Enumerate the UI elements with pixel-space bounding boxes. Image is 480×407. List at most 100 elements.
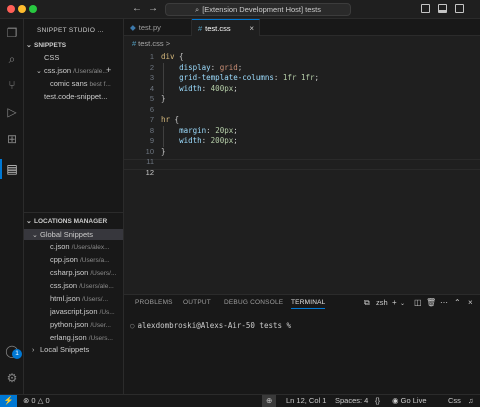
line-number: 7: [149, 115, 154, 124]
file-name: erlang.json: [50, 333, 87, 342]
new-terminal-icon[interactable]: +: [392, 298, 397, 307]
tab-terminal[interactable]: TERMINAL: [291, 299, 326, 309]
chevron-down-icon: ⌄: [26, 42, 32, 49]
file-path: /Us...: [99, 309, 115, 316]
line-number: 4: [149, 83, 154, 93]
search-icon: ⌕: [194, 5, 200, 14]
activity-bar: ❐ ⌕ ⑂ ▷ ⊞ ▤ ◯ 1 ⚙: [0, 19, 24, 394]
line-number: 3: [149, 73, 154, 82]
tree-item-c-json[interactable]: c.json/Users/alex...: [50, 241, 123, 252]
python-file-icon: ◆: [130, 23, 136, 32]
prompt-text: alexdombroski@Alexs-Air-50 tests %: [137, 321, 292, 330]
breadcrumb[interactable]: # test.css >: [132, 39, 170, 48]
tree-item-python-json[interactable]: python.json/User...: [50, 319, 123, 330]
breadcrumb-file: test.css: [138, 39, 164, 48]
css-group-label: CSS: [44, 53, 60, 62]
run-debug-icon[interactable]: ▷: [4, 104, 20, 120]
file-name: python.json: [50, 320, 89, 329]
forward-arrow-icon[interactable]: →: [148, 3, 158, 14]
snippets-icon[interactable]: ▤: [4, 161, 20, 177]
split-terminal-icon[interactable]: ◫: [414, 298, 422, 307]
file-path: /User...: [90, 322, 111, 329]
editor-tab-bar: ◆ test.py # test.css ×: [124, 19, 480, 36]
language-mode[interactable]: Css: [448, 395, 461, 407]
chevron-down-icon: ⌄: [26, 218, 32, 225]
file-name: javascript.json: [50, 307, 98, 316]
file-name: html.json: [50, 294, 81, 303]
locations-section-label: LOCATIONS MANAGER: [34, 218, 108, 225]
more-actions-icon[interactable]: ⋯: [440, 298, 448, 307]
file-path: /Users/...: [82, 296, 109, 303]
tab-debug-console[interactable]: DEBUG CONSOLE: [224, 299, 283, 306]
file-path: /Users/a...: [79, 257, 110, 264]
add-snippet-icon[interactable]: +: [106, 65, 111, 76]
snippets-section-header[interactable]: ⌄ SNIPPETS: [26, 40, 123, 51]
bottom-panel: PROBLEMS OUTPUT DEBUG CONSOLE TERMINAL ⧉…: [124, 294, 480, 394]
indentation[interactable]: Spaces: 4: [335, 395, 368, 407]
search-icon[interactable]: ⌕: [4, 51, 20, 67]
close-icon[interactable]: ×: [468, 298, 473, 307]
tree-item-html-json[interactable]: html.json/Users/...: [50, 293, 123, 304]
css-json-label: css.json: [44, 66, 72, 75]
locations-section-header[interactable]: ⌄ LOCATIONS MANAGER: [26, 216, 123, 227]
section-divider: [24, 212, 123, 213]
gear-icon[interactable]: ⚙: [4, 370, 20, 386]
local-snippets-label: Local Snippets: [40, 345, 90, 354]
tab-test-py[interactable]: ◆ test.py: [124, 19, 192, 36]
tab-test-css[interactable]: # test.css ×: [192, 19, 260, 36]
braces-icon[interactable]: {}: [375, 395, 380, 407]
global-snippets-label: Global Snippets: [40, 230, 93, 239]
chevron-down-icon: ⌄: [32, 232, 38, 239]
current-line-highlight: [124, 159, 480, 170]
maximize-panel-icon[interactable]: ⌃: [454, 298, 461, 307]
code-line: width: 200px;: [179, 136, 238, 145]
tree-item-csharp-json[interactable]: csharp.json/Users/...: [50, 267, 123, 278]
terminal-name[interactable]: zsh: [376, 298, 388, 307]
code-line: display: grid;: [179, 62, 243, 72]
code-editor[interactable]: # test.css > 1 2 3 4 5 6 7 8 9 10 11 12 d…: [124, 36, 480, 294]
snippet-description: best f...: [89, 81, 111, 88]
source-control-icon[interactable]: ⑂: [4, 77, 20, 93]
toggle-panel-icon[interactable]: [438, 4, 447, 13]
command-center[interactable]: ⌕ [Extension Development Host] tests: [165, 3, 351, 16]
tab-output[interactable]: OUTPUT: [183, 299, 211, 306]
bell-icon[interactable]: ♫: [468, 395, 474, 407]
error-icon: ⊗: [23, 396, 30, 405]
circle-icon: ○: [130, 321, 135, 330]
remote-icon[interactable]: ⚡: [0, 395, 17, 407]
tree-item-css-group[interactable]: CSS: [44, 52, 123, 63]
tree-item-test-code-snippets[interactable]: test.code-snippet...: [44, 91, 123, 102]
tree-item-comic-sans[interactable]: comic sans best f...: [50, 78, 123, 89]
minimize-window-button[interactable]: [18, 5, 26, 13]
line-number: 5: [149, 94, 154, 103]
line-number: 11: [146, 157, 154, 166]
tree-item-local-snippets[interactable]: › Local Snippets: [32, 344, 123, 355]
maximize-window-button[interactable]: [29, 5, 37, 13]
terminal-prompt[interactable]: ○ alexdombroski@Alexs-Air-50 tests %: [130, 321, 291, 330]
close-icon[interactable]: ×: [249, 20, 254, 37]
back-arrow-icon[interactable]: ←: [132, 3, 142, 14]
status-bar: ⚡ ⊗ 0 △ 0 ⊕ Ln 12, Col 1 Spaces: 4 {} ◉ …: [0, 394, 480, 407]
files-icon[interactable]: ❐: [4, 25, 20, 41]
chevron-right-icon: ›: [32, 347, 35, 354]
tree-item-css-json-global[interactable]: css.json/Users/ale...: [50, 280, 123, 291]
extensions-icon[interactable]: ⊞: [4, 131, 20, 147]
breadcrumb-separator: >: [165, 39, 171, 48]
tree-item-cpp-json[interactable]: cpp.json/Users/a...: [50, 254, 123, 265]
problems-status[interactable]: ⊗ 0 △ 0: [23, 395, 50, 407]
toggle-primary-sidebar-icon[interactable]: [421, 4, 430, 13]
css-file-icon: #: [132, 39, 137, 48]
zoom-icon[interactable]: ⊕: [262, 395, 277, 407]
chevron-down-icon[interactable]: ⌄: [400, 300, 405, 307]
toggle-secondary-sidebar-icon[interactable]: [455, 4, 464, 13]
cursor-position[interactable]: Ln 12, Col 1: [286, 395, 326, 407]
go-live-button[interactable]: ◉ Go Live: [392, 395, 427, 407]
tab-problems[interactable]: PROBLEMS: [135, 299, 173, 306]
tree-item-javascript-json[interactable]: javascript.json/Us...: [50, 306, 123, 317]
tree-item-erlang-json[interactable]: erlang.json/Users...: [50, 332, 123, 343]
tree-item-global-snippets[interactable]: ⌄ Global Snippets: [24, 229, 123, 240]
trash-icon[interactable]: 🗑: [426, 298, 436, 307]
close-window-button[interactable]: [7, 5, 15, 13]
file-path: /Users/ale...: [79, 283, 114, 290]
css-file-icon: #: [198, 24, 203, 33]
